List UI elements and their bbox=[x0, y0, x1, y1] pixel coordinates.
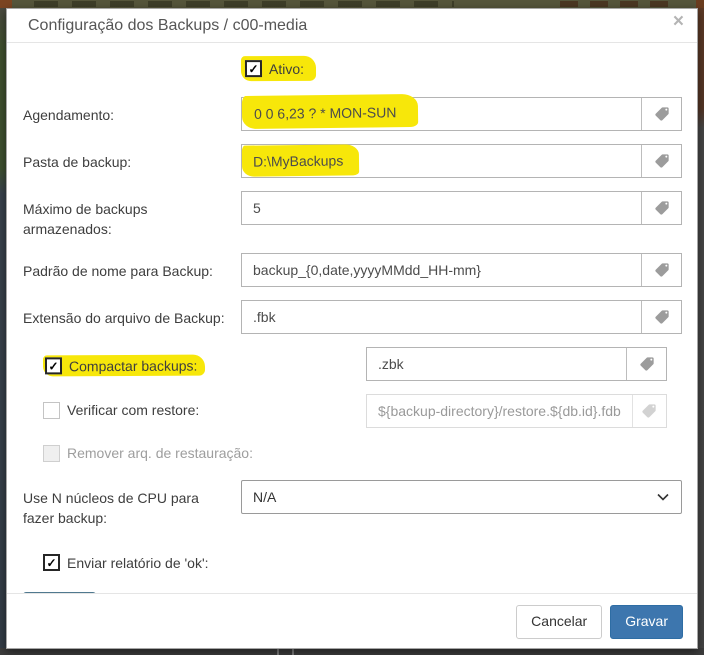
page-background-bottom bbox=[0, 648, 704, 655]
agendamento-label: Agendamento: bbox=[23, 97, 241, 125]
cpu-cores-select[interactable]: N/A bbox=[241, 480, 682, 514]
background-text-fragment bbox=[560, 1, 680, 7]
agendamento-highlight: 0 0 6,23 ? * MON-SUN bbox=[242, 93, 419, 128]
screen: Configuração dos Backups / c00-media × ✓… bbox=[0, 0, 704, 655]
nucleos-label: Use N núcleos de CPU para fazer backup: bbox=[23, 480, 241, 529]
backup-config-dialog: Configuração dos Backups / c00-media × ✓… bbox=[6, 8, 698, 649]
restore-path-input: ${backup-directory}/restore.${db.id}.fdb bbox=[366, 394, 667, 428]
background-table-line bbox=[292, 649, 294, 655]
background-fragment bbox=[696, 0, 704, 8]
tag-icon-button[interactable] bbox=[642, 254, 681, 286]
ativo-checkbox[interactable]: ✓ bbox=[245, 60, 262, 77]
field-enviar-relatorio: ✓ Enviar relatório de 'ok': bbox=[43, 554, 682, 571]
field-maximo-backups: Máximo de backups armazenados: 5 bbox=[23, 191, 682, 240]
cancel-button[interactable]: Cancelar bbox=[516, 605, 602, 639]
compactar-ext-input[interactable]: .zbk bbox=[366, 347, 667, 381]
pasta-label: Pasta de backup: bbox=[23, 144, 241, 172]
agendamento-input-text[interactable]: 0 0 6,23 ? * MON-SUN bbox=[242, 98, 641, 130]
tag-icon bbox=[639, 356, 655, 372]
background-fragment bbox=[0, 0, 12, 8]
tag-icon bbox=[654, 153, 670, 169]
extensao-input-text[interactable]: .fbk bbox=[242, 301, 641, 333]
pasta-highlight: D:\MyBackups bbox=[242, 144, 360, 176]
compactar-check-group: ✓ Compactar backups: bbox=[23, 347, 366, 376]
remover-checkbox bbox=[43, 445, 60, 462]
verificar-label: Verificar com restore: bbox=[67, 402, 199, 418]
dialog-header: Configuração dos Backups / c00-media × bbox=[7, 9, 697, 43]
agendamento-input[interactable]: 0 0 6,23 ? * MON-SUN bbox=[241, 97, 682, 131]
compactar-label: Compactar backups: bbox=[69, 357, 197, 374]
extensao-input[interactable]: .fbk bbox=[241, 300, 682, 334]
maximo-input[interactable]: 5 bbox=[241, 191, 682, 225]
maximo-label: Máximo de backups armazenados: bbox=[23, 191, 241, 240]
field-pasta-backup: Pasta de backup: D:\MyBackups bbox=[23, 144, 682, 178]
tag-icon bbox=[654, 200, 670, 216]
verificar-checkbox[interactable] bbox=[43, 402, 60, 419]
cpu-cores-selected-value: N/A bbox=[253, 489, 276, 505]
tag-icon-button[interactable] bbox=[627, 348, 666, 380]
compactar-ext-input-text[interactable]: .zbk bbox=[367, 348, 626, 380]
enviar-label: Enviar relatório de 'ok': bbox=[67, 555, 209, 571]
verificar-check-group: Verificar com restore: bbox=[23, 394, 366, 419]
tag-icon-button[interactable] bbox=[642, 301, 681, 333]
tag-icon bbox=[654, 309, 670, 325]
padrao-input[interactable]: backup_{0,date,yyyyMMdd_HH-mm} bbox=[241, 253, 682, 287]
pasta-input[interactable]: D:\MyBackups bbox=[241, 144, 682, 178]
tag-icon-button[interactable] bbox=[642, 98, 681, 130]
tag-icon bbox=[654, 262, 670, 278]
field-padrao-nome: Padrão de nome para Backup: backup_{0,da… bbox=[23, 253, 682, 287]
ativo-label: Ativo: bbox=[269, 60, 304, 76]
maximo-input-text[interactable]: 5 bbox=[242, 192, 641, 224]
tag-icon-button[interactable] bbox=[642, 145, 681, 177]
extensao-label: Extensão do arquivo de Backup: bbox=[23, 300, 241, 328]
padrao-input-text[interactable]: backup_{0,date,yyyyMMdd_HH-mm} bbox=[242, 254, 641, 286]
padrao-label: Padrão de nome para Backup: bbox=[23, 253, 241, 281]
field-extensao-backup: Extensão do arquivo de Backup: .fbk bbox=[23, 300, 682, 334]
enviar-checkbox[interactable]: ✓ bbox=[43, 554, 60, 571]
save-button[interactable]: Gravar bbox=[610, 605, 683, 639]
chevron-down-icon bbox=[657, 493, 669, 501]
checkmark-icon: ✓ bbox=[248, 63, 258, 75]
background-table-line bbox=[277, 649, 279, 655]
close-icon[interactable]: × bbox=[673, 12, 684, 32]
remover-label: Remover arq. de restauração: bbox=[67, 445, 253, 461]
field-verificar-restore: Verificar com restore: ${backup-director… bbox=[23, 394, 682, 428]
background-text-fragment bbox=[34, 1, 454, 7]
compactar-highlight: ✓ Compactar backups: bbox=[43, 354, 206, 376]
tag-icon bbox=[654, 106, 670, 122]
tag-icon-button bbox=[633, 395, 666, 427]
dialog-footer: Cancelar Gravar bbox=[7, 593, 697, 648]
dialog-title: Configuração dos Backups / c00-media bbox=[28, 17, 307, 34]
restore-path-input-text: ${backup-directory}/restore.${db.id}.fdb bbox=[367, 395, 632, 427]
dialog-body: ✓ Ativo: Agendamento: 0 0 6,23 ? * MON-S… bbox=[7, 43, 697, 593]
field-compactar: ✓ Compactar backups: .zbk bbox=[23, 347, 682, 381]
compactar-checkbox[interactable]: ✓ bbox=[45, 357, 62, 374]
page-background-top bbox=[0, 0, 704, 8]
field-cpu-cores: Use N núcleos de CPU para fazer backup: … bbox=[23, 480, 682, 529]
field-agendamento: Agendamento: 0 0 6,23 ? * MON-SUN bbox=[23, 97, 682, 131]
field-remover-restauracao: Remover arq. de restauração: bbox=[43, 445, 682, 462]
checkmark-icon: ✓ bbox=[48, 359, 58, 371]
field-ativo: ✓ Ativo: bbox=[241, 56, 682, 81]
pasta-input-text[interactable]: D:\MyBackups bbox=[242, 145, 641, 177]
checkmark-icon: ✓ bbox=[46, 557, 56, 569]
ativo-highlight: ✓ Ativo: bbox=[241, 56, 316, 81]
tag-icon bbox=[641, 403, 657, 419]
page-background-right bbox=[698, 8, 704, 655]
tag-icon-button[interactable] bbox=[642, 192, 681, 224]
